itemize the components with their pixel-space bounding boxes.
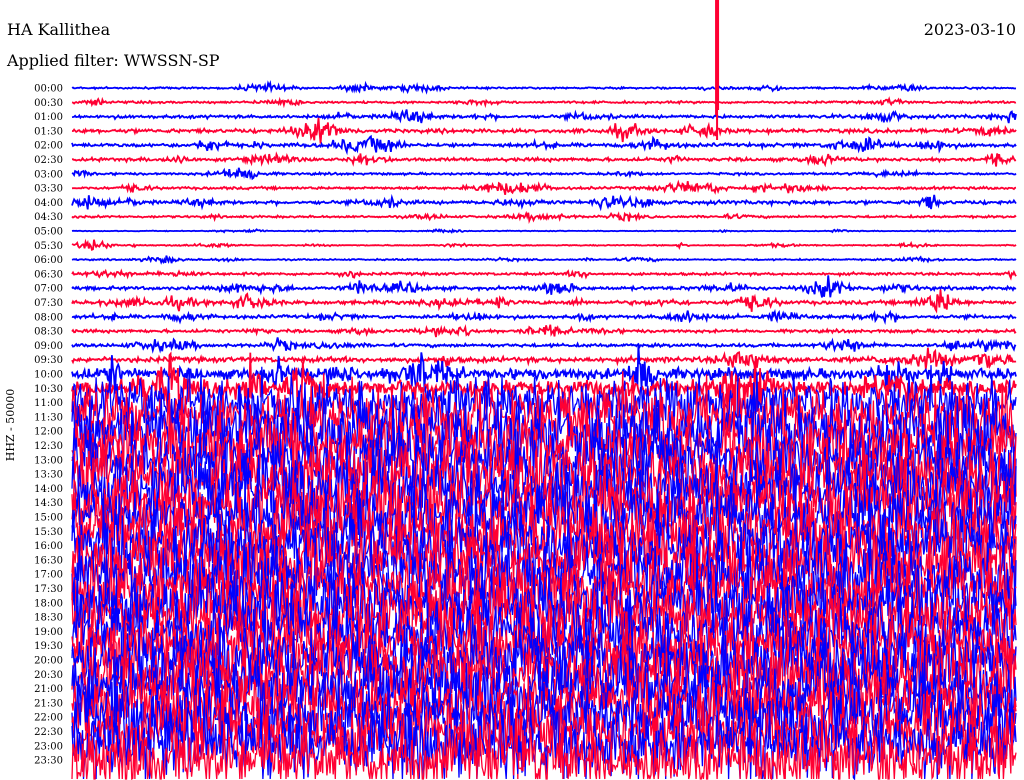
row-label-2100: 21:00	[34, 684, 63, 695]
row-label-1830: 18:30	[34, 613, 63, 624]
trace-row-0000	[71, 79, 1017, 95]
trace-row-0530	[71, 238, 1017, 252]
row-label-1500: 15:00	[34, 513, 63, 524]
trace-row-0330	[71, 179, 1017, 195]
row-label-2330: 23:30	[34, 756, 63, 767]
row-label-0330: 03:30	[34, 184, 63, 195]
row-label-1400: 14:00	[34, 484, 63, 495]
trace-row-0700	[71, 275, 1017, 298]
row-label-0600: 06:00	[34, 255, 63, 266]
trace-row-0830	[71, 324, 1017, 338]
row-label-0830: 08:30	[34, 327, 63, 338]
row-label-1800: 18:00	[34, 598, 63, 609]
row-label-1330: 13:30	[34, 470, 63, 481]
trace-row-0900	[71, 337, 1017, 354]
helicorder-plot: 00:00 00:30 01:00 01:30 02:00 02:30 03:00 03:30…	[34, 0, 1017, 780]
row-label-1100: 11:00	[34, 398, 63, 409]
row-label-0730: 07:30	[34, 298, 63, 309]
trace-row-0300	[71, 167, 1017, 181]
event-spike-0	[715, 0, 720, 140]
row-label-2000: 20:00	[34, 656, 63, 667]
row-label-1430: 14:30	[34, 498, 63, 509]
row-label-1730: 17:30	[34, 584, 63, 595]
row-label-2130: 21:30	[34, 698, 63, 709]
row-label-0230: 02:30	[34, 155, 63, 166]
row-label-1030: 10:30	[34, 384, 63, 395]
row-label-2030: 20:30	[34, 670, 63, 681]
row-label-0300: 03:00	[34, 169, 63, 180]
row-label-1130: 11:30	[34, 412, 63, 423]
row-label-0700: 07:00	[34, 284, 63, 295]
trace-row-0600	[71, 255, 1017, 265]
row-label-1700: 17:00	[34, 570, 63, 581]
trace-row-0630	[71, 268, 1017, 281]
row-label-2300: 23:00	[34, 741, 63, 752]
row-label-1530: 15:30	[34, 527, 63, 538]
row-label-0800: 08:00	[34, 312, 63, 323]
trace-row-0100	[71, 109, 1017, 124]
trace-row-0930	[71, 347, 1017, 370]
row-label-0500: 05:00	[34, 227, 63, 238]
trace-row-0030	[71, 96, 1017, 109]
trace-row-0130	[71, 117, 1017, 144]
time-tick-labels: 00:00 00:30 01:00 01:30 02:00 02:30 03:00 03:30…	[34, 84, 63, 767]
row-label-0930: 09:30	[34, 355, 63, 366]
row-label-2230: 22:30	[34, 727, 63, 738]
trace-row-0230	[71, 151, 1017, 168]
row-label-2200: 22:00	[34, 713, 63, 724]
row-label-0900: 09:00	[34, 341, 63, 352]
row-label-1300: 13:00	[34, 455, 63, 466]
row-label-0400: 04:00	[34, 198, 63, 209]
row-label-0200: 02:00	[34, 141, 63, 152]
row-label-1630: 16:30	[34, 555, 63, 566]
row-label-0130: 01:30	[34, 126, 63, 137]
row-label-1200: 12:00	[34, 427, 63, 438]
row-label-1600: 16:00	[34, 541, 63, 552]
trace-row-0500	[71, 228, 1017, 234]
row-label-0630: 06:30	[34, 269, 63, 280]
trace-row-0430	[71, 210, 1017, 225]
trace-row-0800	[71, 308, 1017, 326]
trace-row-0200	[71, 134, 1017, 156]
row-label-1900: 19:00	[34, 627, 63, 638]
seismic-traces	[71, 0, 1017, 780]
trace-row-0400	[71, 193, 1017, 212]
row-label-1930: 19:30	[34, 641, 63, 652]
row-label-0530: 05:30	[34, 241, 63, 252]
row-label-1230: 12:30	[34, 441, 63, 452]
trace-row-0730	[71, 289, 1017, 314]
row-label-0000: 00:00	[34, 84, 63, 95]
row-label-1000: 10:00	[34, 370, 63, 381]
row-label-0430: 04:30	[34, 212, 63, 223]
row-label-0100: 01:00	[34, 112, 63, 123]
row-label-0030: 00:30	[34, 98, 63, 109]
